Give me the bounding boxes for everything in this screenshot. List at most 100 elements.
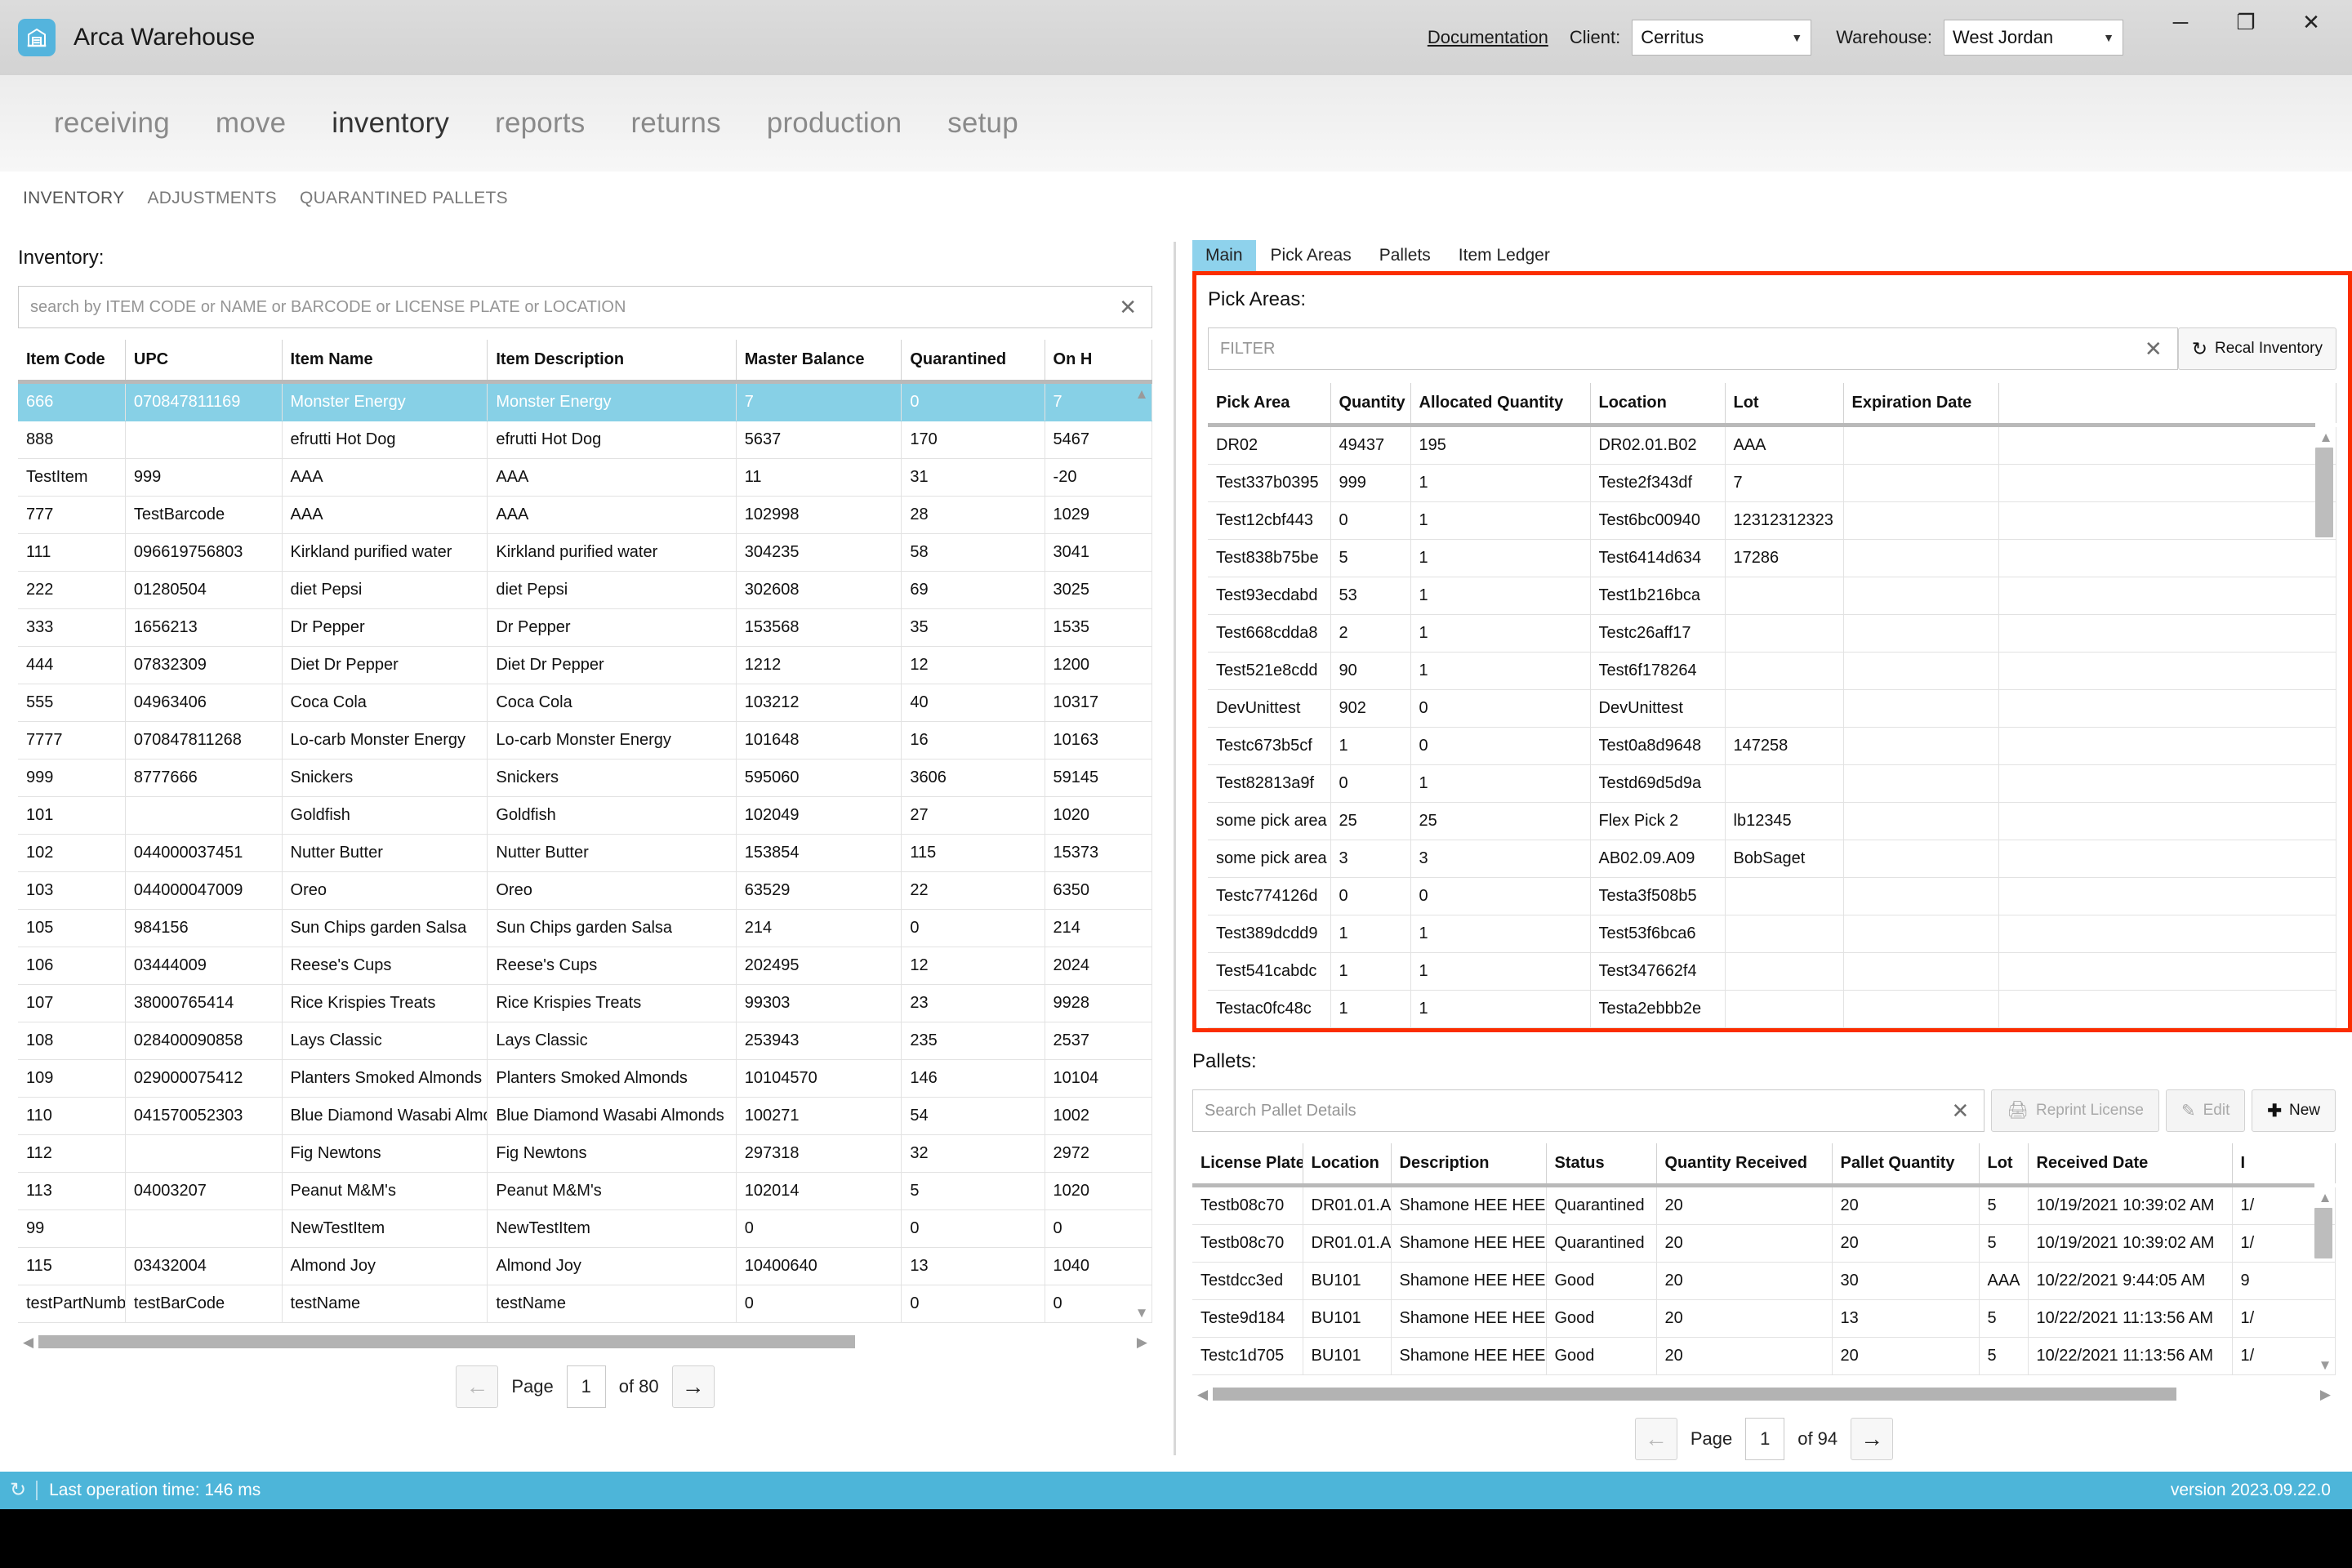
column-header-location[interactable]: Location bbox=[1590, 383, 1726, 423]
column-header-lot[interactable]: Lot bbox=[1725, 383, 1844, 423]
column-header-blank[interactable] bbox=[1998, 383, 2336, 423]
scrollbar-track[interactable] bbox=[2314, 1208, 2336, 1355]
table-row[interactable]: DR02 49437 195 DR02.01.B02 AAA bbox=[1208, 427, 2336, 465]
page-number-input[interactable] bbox=[566, 1365, 606, 1408]
table-row[interactable]: 102 044000037451 Nutter Butter Nutter Butte… bbox=[18, 834, 1153, 872]
next-page-button[interactable]: → bbox=[671, 1365, 715, 1408]
table-row[interactable]: Testc1d705 BU101 Shamone HEE HEE Good 20 20 5 1… bbox=[1192, 1337, 2336, 1375]
table-row[interactable]: Teste9d184 BU101 Shamone HEE HEE Good 20 13 5 1… bbox=[1192, 1299, 2336, 1338]
scroll-down-icon[interactable]: ▼ bbox=[2319, 1355, 2332, 1375]
tab-pick-areas[interactable]: Pick Areas bbox=[1258, 240, 1365, 271]
reprint-license-button[interactable]: 🖨 Reprint License bbox=[1991, 1089, 2160, 1132]
table-row[interactable]: Test838b75be 5 1 Test6414d634 17286 bbox=[1208, 539, 2336, 577]
pick-areas-filter-input[interactable] bbox=[1220, 339, 2140, 359]
scroll-up-icon[interactable]: ▲ bbox=[2319, 1187, 2332, 1208]
table-row[interactable]: 222 01280504 diet Pepsi diet Pepsi 302608 69 3… bbox=[18, 571, 1153, 609]
table-row[interactable]: some pick area 25 25 Flex Pick 2 lb12345 bbox=[1208, 802, 2336, 840]
nav-item-production[interactable]: production bbox=[744, 107, 924, 140]
column-header-allocated-quantity[interactable]: Allocated Quantity bbox=[1410, 383, 1591, 423]
table-row[interactable]: DevUnittest 902 0 DevUnittest bbox=[1208, 689, 2336, 728]
table-row[interactable]: Testc673b5cf 1 0 Test0a8d9648 147258 bbox=[1208, 727, 2336, 765]
inventory-horizontal-scrollbar[interactable]: ◀ ▶ bbox=[18, 1331, 1152, 1352]
scroll-up-icon[interactable]: ▲ bbox=[2319, 427, 2333, 448]
column-header-quantity[interactable]: Quantity bbox=[1330, 383, 1411, 423]
subnav-item-quarantined-pallets[interactable]: QUARANTINED PALLETS bbox=[288, 189, 519, 208]
table-row[interactable]: Test12cbf443 0 1 Test6bc00940 12312312323 bbox=[1208, 501, 2336, 540]
edit-button[interactable]: ✎ Edit bbox=[2166, 1089, 2246, 1132]
table-row[interactable]: 110041570052303Blue Diamond Wasabi Almon… bbox=[18, 1097, 1153, 1135]
recal-inventory-button[interactable]: ↻ Recal Inventory bbox=[2177, 327, 2336, 370]
scrollbar-track[interactable] bbox=[2315, 448, 2336, 1028]
scroll-right-icon[interactable]: ▶ bbox=[2315, 1388, 2336, 1401]
table-row[interactable]: 444 07832309 Diet Dr Pepper Diet Dr Pepper 1… bbox=[18, 646, 1153, 684]
table-row[interactable]: 105 984156 Sun Chips garden Salsa Sun Chips… bbox=[18, 909, 1153, 947]
column-header-upc[interactable]: UPC bbox=[125, 340, 283, 380]
close-icon[interactable]: ✕ bbox=[2278, 0, 2344, 44]
scroll-left-icon[interactable]: ◀ bbox=[1192, 1388, 1213, 1401]
table-row[interactable]: Test82813a9f 0 1 Testd69d5d9a bbox=[1208, 764, 2336, 803]
subnav-item-adjustments[interactable]: ADJUSTMENTS bbox=[136, 189, 287, 208]
scroll-left-icon[interactable]: ◀ bbox=[18, 1335, 38, 1349]
table-row[interactable]: Testb08c70DR01.01.A03Shamone HEE HEEQuar… bbox=[1192, 1224, 2336, 1263]
table-row[interactable]: Testc774126d 0 0 Testa3f508b5 bbox=[1208, 877, 2336, 915]
table-row[interactable]: some pick area 3 3 AB02.09.A09 BobSaget bbox=[1208, 840, 2336, 878]
scroll-up-icon[interactable]: ▲ bbox=[1135, 384, 1149, 404]
nav-item-setup[interactable]: setup bbox=[924, 107, 1041, 140]
scrollbar-track[interactable] bbox=[1131, 404, 1152, 1303]
clear-icon[interactable]: ✕ bbox=[1114, 296, 1142, 318]
table-row[interactable]: Test521e8cdd 90 1 Test6f178264 bbox=[1208, 652, 2336, 690]
inventory-search-box[interactable]: ✕ bbox=[18, 286, 1152, 328]
table-row[interactable]: 99 NewTestItem NewTestItem 0 0 0 bbox=[18, 1209, 1153, 1248]
warehouse-dropdown[interactable]: West Jordan ▼ bbox=[1944, 20, 2123, 56]
column-header-location[interactable]: Location bbox=[1303, 1143, 1392, 1183]
table-row[interactable]: 7777 070847811268 Lo-carb Monster Energy Lo… bbox=[18, 721, 1153, 760]
table-row[interactable]: Test668cdda8 2 1 Testc26aff17 bbox=[1208, 614, 2336, 653]
subnav-item-inventory[interactable]: INVENTORY bbox=[11, 189, 136, 208]
column-header-status[interactable]: Status bbox=[1546, 1143, 1657, 1183]
table-row[interactable]: TestItem 999 AAA AAA 11 31 -20 bbox=[18, 458, 1153, 497]
table-row[interactable]: 113 04003207 Peanut M&M's Peanut M&M's 10201… bbox=[18, 1172, 1153, 1210]
table-row[interactable]: 109 029000075412 Planters Smoked Almonds Pl… bbox=[18, 1059, 1153, 1098]
scroll-right-icon[interactable]: ▶ bbox=[1132, 1335, 1152, 1349]
scrollbar-thumb[interactable] bbox=[2315, 448, 2333, 537]
column-header-expiration[interactable]: I bbox=[2232, 1143, 2336, 1183]
tab-pallets[interactable]: Pallets bbox=[1366, 240, 1444, 271]
table-row[interactable]: 107 38000765414 Rice Krispies Treats Rice K… bbox=[18, 984, 1153, 1022]
pick-areas-vertical-scrollbar[interactable]: ▲ bbox=[2315, 427, 2336, 1028]
column-header-expiration-date[interactable]: Expiration Date bbox=[1843, 383, 1999, 423]
next-page-button[interactable]: → bbox=[1851, 1418, 1894, 1460]
column-header-on-hand[interactable]: On H bbox=[1045, 340, 1153, 380]
table-row[interactable]: 111 096619756803 Kirkland purified water Ki… bbox=[18, 533, 1153, 572]
pick-areas-filter-box[interactable]: ✕ bbox=[1208, 327, 2178, 370]
scrollbar-thumb-h[interactable] bbox=[1213, 1388, 2177, 1401]
scrollbar-thumb-h[interactable] bbox=[38, 1335, 856, 1348]
column-header-received-date[interactable]: Received Date bbox=[2028, 1143, 2233, 1183]
clear-icon[interactable]: ✕ bbox=[1947, 1100, 1975, 1121]
tab-item-ledger[interactable]: Item Ledger bbox=[1446, 240, 1563, 271]
column-header-lot[interactable]: Lot bbox=[1979, 1143, 2029, 1183]
column-header-pallet-quantity[interactable]: Pallet Quantity bbox=[1832, 1143, 1980, 1183]
column-header-description[interactable]: Description bbox=[1391, 1143, 1547, 1183]
table-row[interactable]: 555 04963406 Coca Cola Coca Cola 103212 40 103… bbox=[18, 684, 1153, 722]
previous-page-button[interactable]: ← bbox=[1634, 1418, 1677, 1460]
pallets-search-box[interactable]: ✕ bbox=[1192, 1089, 1985, 1132]
table-row[interactable]: 777 TestBarcode AAA AAA 102998 28 1029 bbox=[18, 496, 1153, 534]
scrollbar-track-h[interactable] bbox=[1213, 1388, 2315, 1401]
maximize-icon[interactable]: ❐ bbox=[2213, 0, 2278, 44]
tab-main[interactable]: Main bbox=[1192, 240, 1256, 271]
clear-icon[interactable]: ✕ bbox=[2140, 338, 2167, 359]
scroll-down-icon[interactable]: ▼ bbox=[1135, 1303, 1149, 1323]
table-row[interactable]: 115 03432004 Almond Joy Almond Joy 10400640 1… bbox=[18, 1247, 1153, 1285]
table-row[interactable]: 112 Fig Newtons Fig Newtons 297318 32 2972 bbox=[18, 1134, 1153, 1173]
column-header-quarantined[interactable]: Quarantined bbox=[901, 340, 1045, 380]
column-header-item-code[interactable]: Item Code bbox=[18, 340, 126, 380]
table-row[interactable]: 101 Goldfish Goldfish 102049 27 1020 bbox=[18, 796, 1153, 835]
pallets-horizontal-scrollbar[interactable]: ◀ ▶ bbox=[1192, 1383, 2336, 1405]
client-dropdown[interactable]: Cerritus ▼ bbox=[1632, 20, 1812, 56]
inventory-vertical-scrollbar[interactable]: ▲ ▼ bbox=[1131, 384, 1152, 1323]
nav-item-reports[interactable]: reports bbox=[472, 107, 608, 140]
pallets-vertical-scrollbar[interactable]: ▲ ▼ bbox=[2314, 1187, 2336, 1375]
minimize-icon[interactable]: ─ bbox=[2148, 0, 2213, 44]
scrollbar-track-h[interactable] bbox=[38, 1335, 1132, 1348]
table-row[interactable]: Testdcc3ed BU101 Shamone HEE HEE Good 20 30 AA… bbox=[1192, 1262, 2336, 1300]
